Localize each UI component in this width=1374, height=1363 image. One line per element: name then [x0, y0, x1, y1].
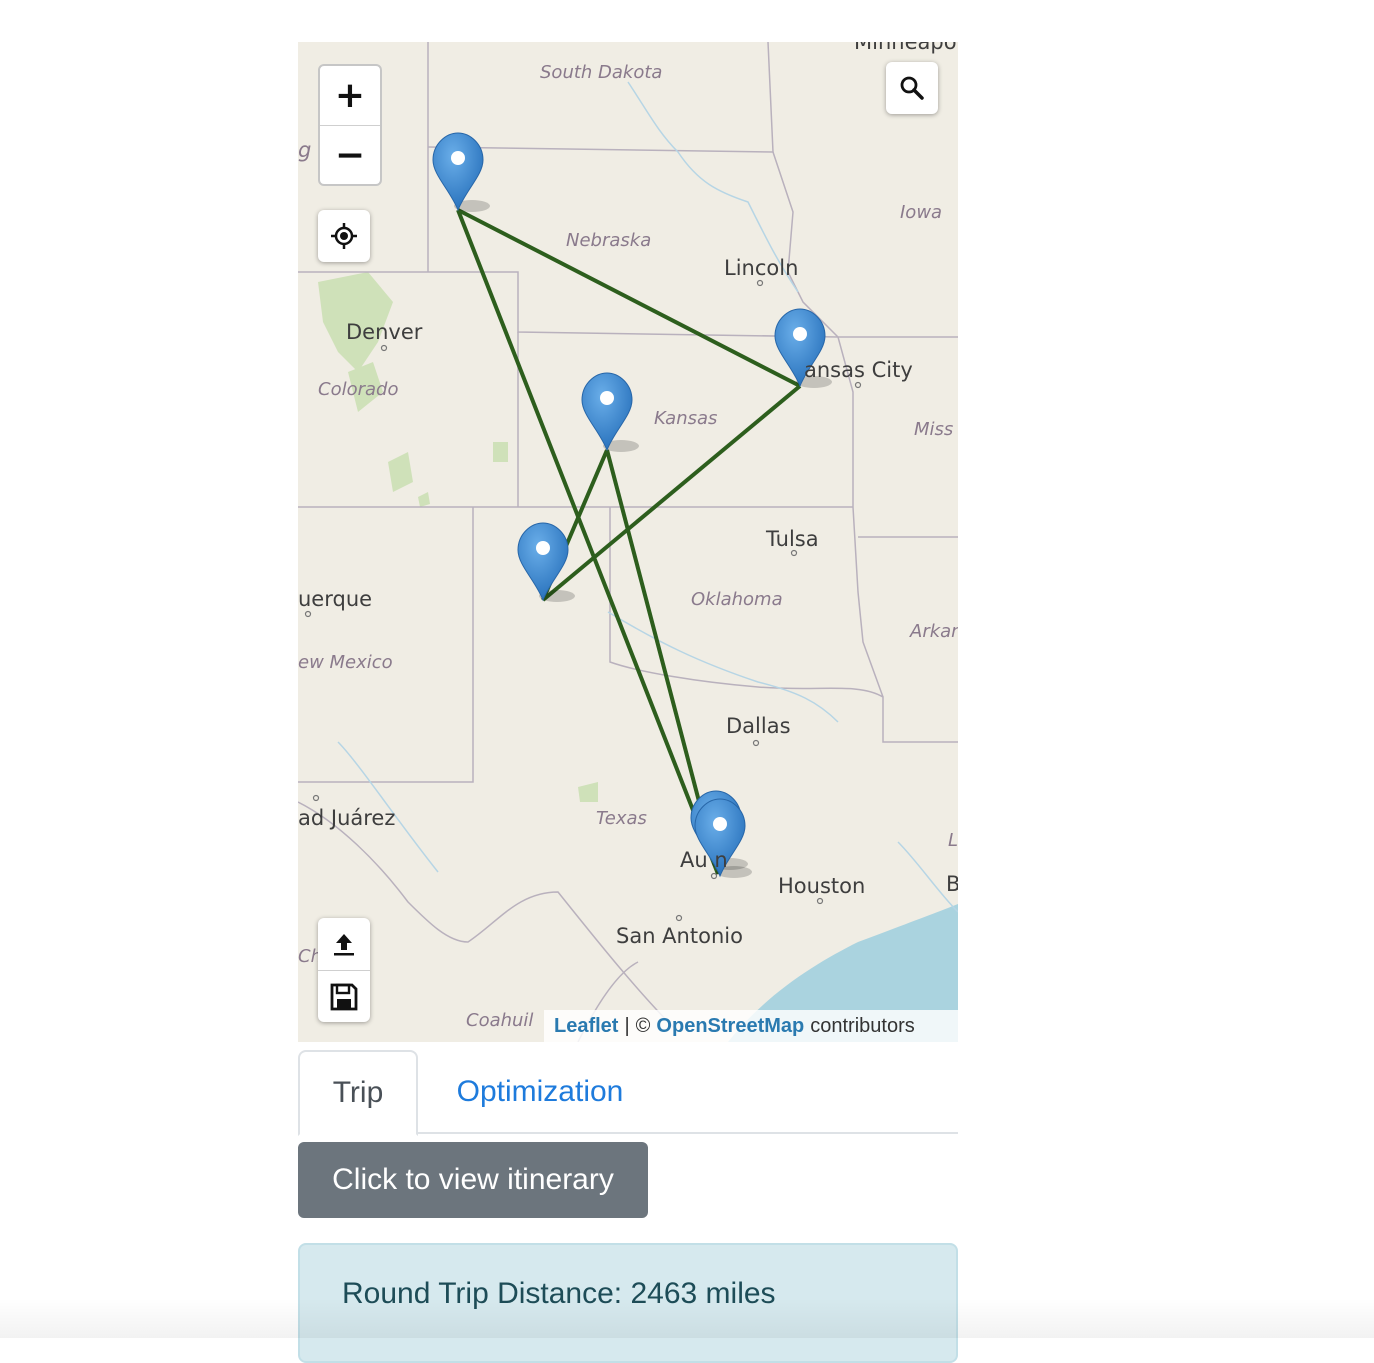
- crosshair-icon: [331, 223, 357, 249]
- city-label-minneapolis: Minneapo: [854, 42, 957, 54]
- state-label-oklahoma: Oklahoma: [691, 589, 783, 610]
- attribution-separator: |: [624, 1014, 630, 1037]
- copyright-symbol: ©: [635, 1014, 651, 1037]
- state-label-nebraska: Nebraska: [566, 230, 652, 251]
- city-label-san-antonio: San Antonio: [616, 924, 743, 948]
- view-itinerary-button[interactable]: Click to view itinerary: [298, 1142, 648, 1218]
- city-label-albuquerque: uerque: [298, 587, 373, 611]
- state-label-iowa: Iowa: [900, 202, 943, 223]
- save-icon: [330, 983, 358, 1011]
- leaflet-link[interactable]: Leaflet: [554, 1015, 618, 1038]
- city-label-austin: Au n: [680, 848, 728, 872]
- openstreetmap-link[interactable]: OpenStreetMap: [656, 1015, 804, 1038]
- trip-tabs: Trip Optimization: [298, 1050, 958, 1136]
- city-label-dallas: Dallas: [726, 714, 791, 738]
- map-view[interactable]: South Dakota Nebraska Iowa Colorado Kans…: [298, 42, 958, 1042]
- state-label-south-dakota: South Dakota: [540, 62, 663, 83]
- city-label-kansas-city: ansas City: [804, 358, 913, 382]
- state-label-new-mexico: ew Mexico: [298, 652, 393, 673]
- state-label-kansas: Kansas: [654, 408, 718, 429]
- upload-icon: [334, 934, 354, 956]
- search-icon: [900, 76, 924, 100]
- round-trip-distance-text: Round Trip Distance: 2463 miles: [342, 1277, 776, 1310]
- tab-optimization[interactable]: Optimization: [428, 1050, 652, 1134]
- file-control: [318, 918, 370, 1022]
- city-label-lincoln: Lincoln: [724, 256, 799, 280]
- city-label-tulsa: Tulsa: [766, 527, 819, 551]
- edge-letter: g: [298, 138, 312, 162]
- state-label-colorado: Colorado: [318, 379, 399, 400]
- city-label-ciudad-juarez: ad Juárez: [298, 806, 396, 830]
- attribution-contributors: contributors: [810, 1014, 915, 1037]
- city-label-houston: Houston: [778, 874, 866, 898]
- zoom-out-button[interactable]: −: [320, 125, 380, 184]
- zoom-control: + −: [318, 64, 382, 186]
- edge-letter: L: [948, 830, 958, 851]
- state-label-texas: Texas: [596, 808, 647, 829]
- save-button[interactable]: [318, 970, 370, 1022]
- upload-button[interactable]: [318, 918, 370, 970]
- state-label-missouri: Miss: [914, 419, 954, 440]
- state-label-coahuila: Coahuil: [466, 1010, 534, 1031]
- city-label-denver: Denver: [346, 320, 423, 344]
- locate-button[interactable]: [318, 210, 370, 262]
- map-attribution: Leaflet | © OpenStreetMap contributors: [544, 1010, 958, 1042]
- edge-letter: B: [946, 872, 958, 896]
- round-trip-distance-alert: Round Trip Distance: 2463 miles: [298, 1243, 958, 1363]
- zoom-in-button[interactable]: +: [320, 66, 380, 125]
- state-label-arkansas: Arkan: [910, 621, 958, 642]
- route-path: [456, 208, 802, 875]
- search-button[interactable]: [886, 62, 938, 114]
- tab-trip[interactable]: Trip: [298, 1050, 418, 1136]
